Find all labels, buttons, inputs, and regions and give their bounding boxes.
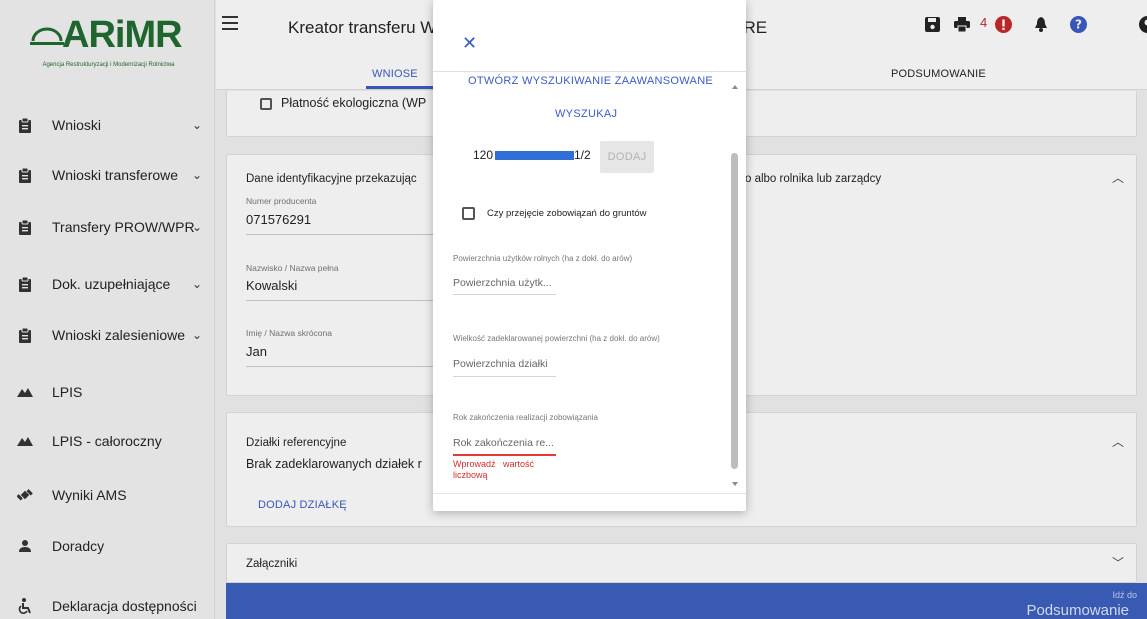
add-parcel-dialog: ✕ OTWÓRZ WYSZUKIWANIE ZAAWANSOWANE WYSZU… [433,0,746,511]
dialog-scrollbar[interactable] [730,85,740,490]
declared-area-input[interactable]: Powierzchnia działki [453,358,548,370]
field-label: Powierzchnia użytków rolnych (ha z dokł.… [453,254,633,263]
scroll-thumb[interactable] [731,153,738,469]
divider [433,493,746,494]
add-button[interactable]: DODAJ [600,141,654,173]
close-icon[interactable]: ✕ [462,33,477,54]
commitment-end-year-input[interactable]: Rok zakończenia re... [453,437,554,449]
advanced-search-link[interactable]: OTWÓRZ WYSZUKIWANIE ZAAWANSOWANE [468,75,713,87]
agricultural-area-input[interactable]: Powierzchnia użytk... [453,277,552,289]
scroll-up-arrow[interactable] [732,85,738,89]
field-label: Wielkość zadeklarowanej powierzchni (ha … [453,334,660,343]
redacted-parcel-id [495,151,574,160]
dialog-body: OTWÓRZ WYSZUKIWANIE ZAAWANSOWANE WYSZUKA… [433,72,746,493]
scroll-down-arrow[interactable] [732,482,738,486]
search-button[interactable]: WYSZUKAJ [555,108,617,120]
input-underline-error [453,454,556,456]
validation-error: Wprowadź wartość [453,459,535,469]
parcel-id-suffix: 1/2 [574,148,591,162]
parcel-id-prefix: 120 [473,148,494,162]
takeover-checkbox-label: Czy przejęcie zobowiązań do gruntów [487,208,647,219]
input-underline [453,294,556,295]
input-underline [453,376,556,377]
validation-error-cont: liczbową [453,470,488,480]
field-label: Rok zakończenia realizacji zobowiązania [453,413,598,422]
takeover-checkbox[interactable] [462,207,475,220]
